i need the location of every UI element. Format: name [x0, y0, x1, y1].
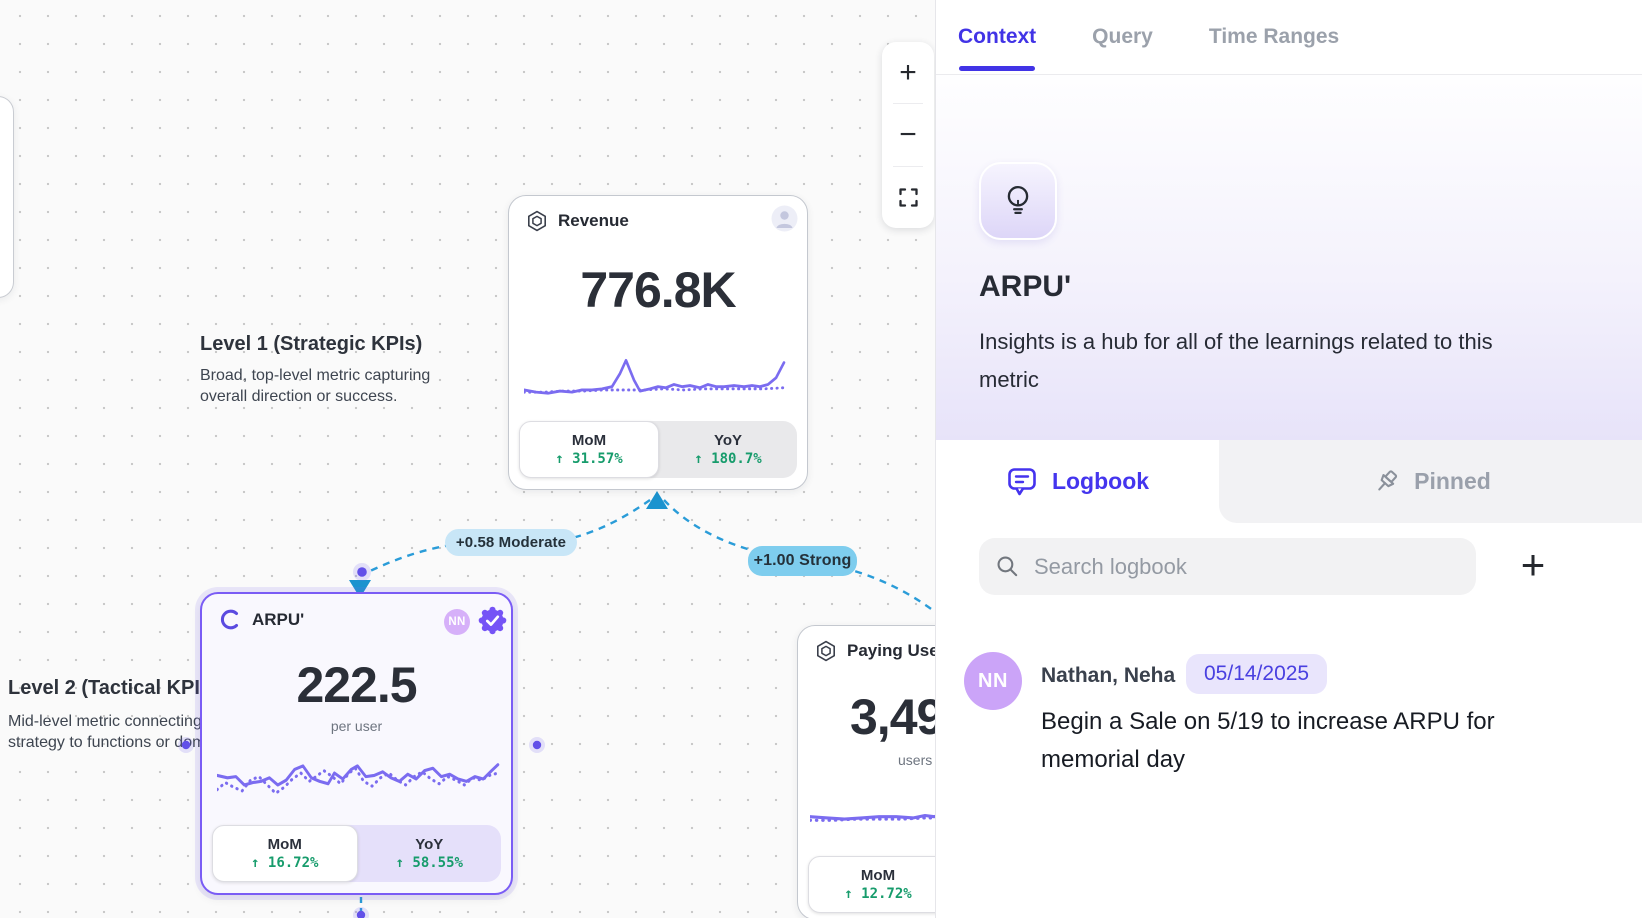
details-panel: Context Query Time Ranges ARPU' Insights…	[935, 0, 1642, 918]
logbook-icon	[1006, 465, 1038, 498]
hexagon-icon	[814, 639, 838, 663]
node-revenue-title: Revenue	[558, 211, 629, 231]
paying-sparkline	[810, 781, 935, 831]
metric-tree-canvas[interactable]: +0.58 Moderate +1.00 Strong Level 1 (Str…	[0, 0, 935, 918]
tab-pinned[interactable]: Pinned	[1219, 440, 1642, 523]
arpu-mom-toggle[interactable]: MoM ↑ 16.72%	[212, 825, 358, 882]
fit-view-button[interactable]	[882, 167, 934, 228]
canvas-zoom-toolbar: + −	[882, 42, 934, 228]
revenue-yoy-toggle[interactable]: YoY ↑ 180.7%	[659, 421, 797, 478]
metric-title: ARPU'	[979, 270, 1071, 304]
edge-label-moderate[interactable]: +0.58 Moderate	[445, 529, 577, 556]
revenue-yoy-value: ↑ 180.7%	[694, 451, 761, 467]
entry-message: Begin a Sale on 5/19 to increase ARPU fo…	[1041, 703, 1521, 779]
node-paying-unit: users	[898, 752, 932, 768]
handle-dot-arpu-bottom[interactable]	[353, 907, 369, 918]
node-paying-value: 3,49	[850, 688, 935, 746]
arpu-mom-label: MoM	[268, 836, 302, 853]
insights-icon-tile	[979, 162, 1057, 240]
handle-dot-arpu-top[interactable]	[353, 563, 371, 581]
arpu-yoy-toggle[interactable]: YoY ↑ 58.55%	[358, 825, 502, 882]
metric-hero-section: ARPU' Insights is a hub for all of the l…	[936, 75, 1642, 440]
node-arpu-title: ARPU'	[252, 610, 304, 630]
tab-query[interactable]: Query	[1092, 25, 1153, 49]
node-arpu-value: 222.5	[202, 656, 511, 714]
handle-dot-arpu-left[interactable]	[178, 737, 194, 753]
revenue-yoy-label: YoY	[714, 432, 742, 449]
entry-author: Nathan, Neha	[1041, 664, 1175, 688]
arpu-sparkline	[217, 754, 500, 804]
tab-context-label: Context	[958, 25, 1036, 48]
logbook-search	[979, 538, 1476, 595]
owner-initials-badge: NN	[444, 609, 470, 635]
node-revenue-header: Revenue	[525, 209, 629, 233]
arpu-mom-value: ↑ 16.72%	[251, 855, 318, 871]
revenue-sparkline	[524, 356, 794, 402]
node-arpu-period-toggle: MoM ↑ 16.72% YoY ↑ 58.55%	[212, 825, 501, 882]
tab-context[interactable]: Context	[958, 25, 1036, 49]
tab-logbook-label: Logbook	[1052, 468, 1149, 495]
paying-mom-value: ↑ 12.72%	[844, 886, 911, 902]
node-arpu-unit: per user	[202, 718, 511, 734]
node-paying-users[interactable]: Paying Users' 3,49 users MoM ↑ 12.72%	[797, 625, 935, 918]
paying-mom-label: MoM	[861, 867, 895, 884]
tab-time-ranges[interactable]: Time Ranges	[1209, 25, 1339, 49]
logbook-search-row: +	[936, 523, 1642, 613]
node-revenue-period-toggle: MoM ↑ 31.57% YoY ↑ 180.7%	[519, 421, 797, 478]
avatar: NN	[964, 652, 1022, 710]
tab-logbook[interactable]: Logbook	[936, 440, 1219, 523]
active-tab-underline	[959, 66, 1035, 71]
app-window: +0.58 Moderate +1.00 Strong Level 1 (Str…	[0, 0, 1642, 918]
tab-pinned-label: Pinned	[1414, 468, 1491, 495]
edge-label-strong[interactable]: +1.00 Strong	[748, 546, 857, 576]
logbook-pinned-tabs: Logbook Pinned	[936, 440, 1642, 523]
owner-avatar-icon	[771, 205, 798, 232]
fullscreen-icon	[899, 188, 918, 207]
paying-mom-toggle[interactable]: MoM ↑ 12.72%	[808, 856, 935, 913]
metric-description: Insights is a hub for all of the learnin…	[979, 323, 1557, 399]
node-paying-header: Paying Users'	[814, 639, 935, 663]
zoom-in-button[interactable]: +	[882, 42, 934, 103]
panel-tab-bar: Context Query Time Ranges	[936, 0, 1642, 75]
lightbulb-icon	[1000, 183, 1036, 219]
add-log-entry-button[interactable]: +	[1508, 537, 1558, 593]
search-input[interactable]	[1034, 554, 1460, 580]
node-revenue-value: 776.8K	[509, 261, 807, 319]
node-arpu[interactable]: ARPU' NN 222.5 per user	[200, 592, 513, 895]
node-paying-period-toggle: MoM ↑ 12.72%	[808, 856, 935, 913]
node-arpu-header: ARPU'	[218, 607, 304, 632]
revenue-mom-label: MoM	[572, 432, 606, 449]
pin-icon	[1371, 467, 1401, 497]
arpu-yoy-value: ↑ 58.55%	[396, 855, 463, 871]
node-paying-title: Paying Users'	[847, 641, 935, 661]
offscreen-node-fragment[interactable]	[0, 96, 14, 298]
handle-dot-arpu-right[interactable]	[529, 737, 545, 753]
entry-date-badge[interactable]: 05/14/2025	[1186, 654, 1327, 694]
crescent-icon	[218, 607, 243, 632]
search-icon	[995, 554, 1020, 579]
revenue-mom-value: ↑ 31.57%	[555, 451, 622, 467]
hexagon-icon	[525, 209, 549, 233]
zoom-out-button[interactable]: −	[882, 104, 934, 165]
revenue-mom-toggle[interactable]: MoM ↑ 31.57%	[519, 421, 659, 478]
arpu-yoy-label: YoY	[415, 836, 443, 853]
node-revenue[interactable]: Revenue 776.8K MoM ↑ 31.57%	[508, 195, 808, 490]
verified-badge-icon	[478, 606, 507, 635]
